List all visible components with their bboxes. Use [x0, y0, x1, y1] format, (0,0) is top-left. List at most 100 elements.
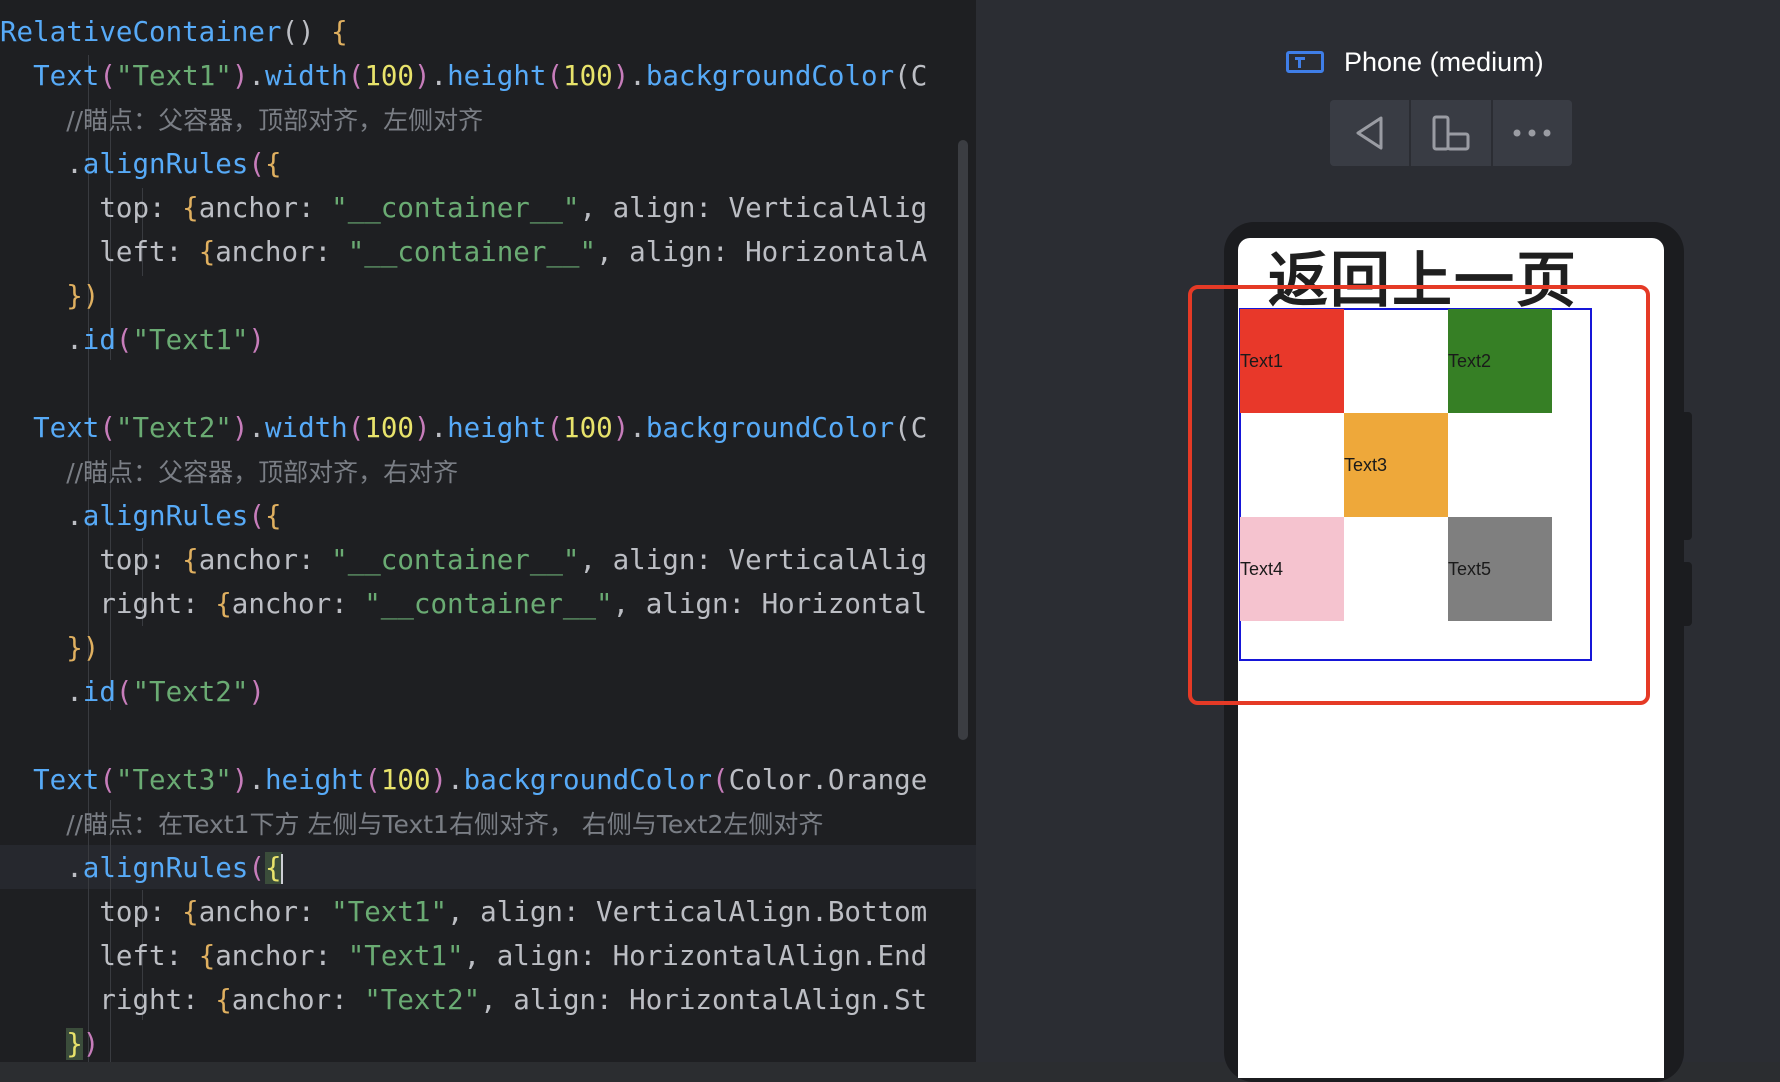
code-token: { — [182, 896, 199, 928]
code-line[interactable]: //瞄点：父容器，顶部对齐，右对齐 — [0, 450, 976, 494]
code-line[interactable]: Text("Text1").width(100).height(100).bac… — [0, 54, 976, 98]
code-token: . — [248, 60, 265, 92]
code-token: anchor: — [215, 236, 348, 268]
highlight-box — [1188, 285, 1650, 705]
code-token: ( — [347, 60, 365, 92]
code-token: top: — [0, 896, 183, 928]
editor-scrollbar[interactable] — [958, 140, 968, 740]
code-token: anchor: — [198, 896, 332, 928]
code-line[interactable]: .alignRules({ — [0, 142, 976, 186]
code-token: "__container__" — [347, 236, 597, 268]
code-line[interactable]: //瞄点：父容器，顶部对齐，左侧对齐 — [0, 98, 976, 142]
code-token: ( — [99, 764, 116, 796]
code-line[interactable]: }) — [0, 1022, 976, 1062]
code-token: anchor: — [198, 192, 332, 224]
code-line[interactable]: left: {anchor: "Text1", align: Horizonta… — [0, 934, 976, 978]
back-icon — [1356, 116, 1383, 150]
code-line[interactable] — [0, 714, 976, 758]
code-token: height — [447, 412, 547, 444]
code-token: backgroundColor — [645, 60, 895, 92]
code-token: ) — [82, 1028, 100, 1060]
code-token: right: — [0, 984, 216, 1016]
preview-toolbar — [1330, 100, 1572, 166]
code-token: anchor: — [231, 588, 365, 620]
code-line[interactable]: }) — [0, 626, 976, 670]
code-token: //瞄点：父容器，顶部对齐，右对齐 — [66, 458, 459, 487]
code-token: "Text2" — [132, 676, 249, 708]
rotate-device-icon — [1432, 115, 1470, 151]
rotate-device-button[interactable] — [1411, 100, 1493, 166]
code-token: top: — [0, 544, 183, 576]
code-token: ( — [347, 412, 365, 444]
code-token: . — [430, 60, 448, 92]
code-token: width — [264, 60, 348, 92]
code-token: id — [82, 676, 116, 708]
code-text[interactable]: RelativeContainer() { Text("Text1").widt… — [0, 10, 976, 1062]
code-token: . — [629, 412, 646, 444]
code-token: anchor: — [198, 544, 332, 576]
code-line[interactable]: Text("Text2").width(100).height(100).bac… — [0, 406, 976, 450]
phone-side-button — [1682, 412, 1692, 540]
code-token: ( — [248, 500, 265, 532]
code-token: ) — [248, 324, 265, 356]
code-line[interactable]: left: {anchor: "__container__", align: H… — [0, 230, 976, 274]
code-token: , align: VerticalAlig — [579, 544, 928, 576]
device-selector[interactable]: Phone (medium) — [1286, 40, 1544, 84]
code-token: , align: VerticalAlign.Bottom — [447, 896, 928, 928]
code-token: "Text3" — [115, 764, 232, 796]
code-token: }) — [66, 632, 100, 664]
code-token: left: — [0, 236, 199, 268]
code-token: anchor: — [215, 940, 348, 972]
code-line[interactable]: }) — [0, 274, 976, 318]
code-line[interactable]: .alignRules({ — [0, 846, 976, 890]
code-line[interactable]: .id("Text2") — [0, 670, 976, 714]
code-token: "Text2" — [364, 984, 481, 1016]
back-button[interactable] — [1330, 100, 1412, 166]
code-token: Text — [33, 412, 100, 444]
code-token: "__container__" — [364, 588, 613, 620]
code-token: ) — [612, 412, 630, 444]
code-token: { — [264, 500, 282, 532]
code-token: ) — [612, 60, 630, 92]
code-line[interactable]: top: {anchor: "__container__", align: Ve… — [0, 538, 976, 582]
code-token: , align: VerticalAlig — [579, 192, 928, 224]
code-token: backgroundColor — [463, 764, 713, 796]
code-token: "__container__" — [331, 192, 580, 224]
code-token: alignRules — [82, 148, 249, 180]
code-token: "Text1" — [115, 60, 232, 92]
code-line[interactable]: //瞄点：在Text1下方 左侧与Text1右侧对齐， 右侧与Text2左侧对齐 — [0, 802, 976, 846]
code-token: { — [182, 544, 199, 576]
code-editor[interactable]: RelativeContainer() { Text("Text1").widt… — [0, 0, 976, 1062]
code-token: (C — [894, 60, 928, 92]
code-token: }) — [66, 280, 100, 312]
phone-side-button — [1682, 562, 1692, 626]
code-token: ) — [430, 764, 448, 796]
code-token: . — [66, 500, 83, 532]
code-token: (C — [894, 412, 928, 444]
code-token: "Text2" — [115, 412, 232, 444]
code-line[interactable]: .alignRules({ — [0, 494, 976, 538]
code-line[interactable]: right: {anchor: "Text2", align: Horizont… — [0, 978, 976, 1022]
code-line[interactable]: top: {anchor: "Text1", align: VerticalAl… — [0, 890, 976, 934]
code-line[interactable]: RelativeContainer() { — [0, 10, 976, 54]
code-token: "__container__" — [331, 544, 580, 576]
code-token: backgroundColor — [645, 412, 895, 444]
code-line[interactable]: top: {anchor: "__container__", align: Ve… — [0, 186, 976, 230]
code-line[interactable] — [0, 362, 976, 406]
code-line[interactable]: .id("Text1") — [0, 318, 976, 362]
code-line[interactable]: right: {anchor: "__container__", align: … — [0, 582, 976, 626]
code-token: . — [66, 676, 83, 708]
code-token: { — [215, 984, 232, 1016]
code-token: ( — [115, 676, 133, 708]
code-token: 100 — [563, 60, 613, 92]
code-token: ) — [231, 412, 249, 444]
code-line[interactable]: Text("Text3").height(100).backgroundColo… — [0, 758, 976, 802]
more-button[interactable] — [1492, 100, 1572, 166]
